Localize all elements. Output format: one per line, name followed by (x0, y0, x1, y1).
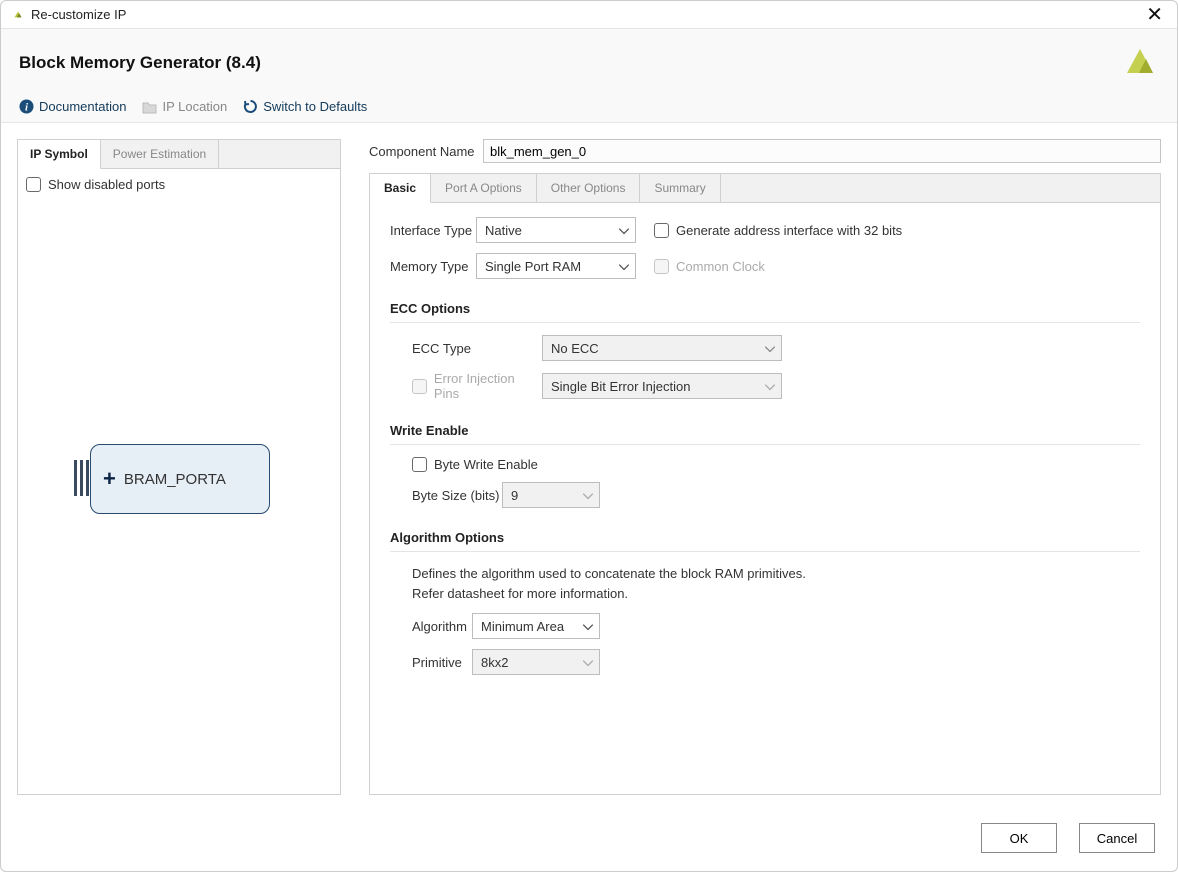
error-injection-select: Single Bit Error Injection (542, 373, 782, 399)
vendor-logo-icon (1121, 43, 1159, 82)
ecc-type-select[interactable]: No ECC (542, 335, 782, 361)
primitive-label: Primitive (412, 655, 472, 670)
gen32-label: Generate address interface with 32 bits (676, 223, 902, 238)
header-area: Block Memory Generator (8.4) i Documenta… (1, 29, 1177, 123)
byte-size-select: 9 (502, 482, 600, 508)
primitive-select: 8kx2 (472, 649, 600, 675)
right-panel: Component Name Basic Port A Options Othe… (369, 139, 1161, 795)
chevron-down-icon (619, 259, 629, 274)
close-icon[interactable]: ✕ (1142, 5, 1167, 25)
chevron-down-icon (765, 341, 775, 356)
gen32-checkbox[interactable]: Generate address interface with 32 bits (654, 223, 902, 238)
error-injection-pins-checkbox: Error Injection Pins (412, 371, 542, 401)
ip-location-label: IP Location (162, 99, 227, 114)
algorithm-desc-line1: Defines the algorithm used to concatenat… (412, 564, 1140, 584)
show-disabled-ports-label: Show disabled ports (48, 177, 165, 192)
tab-basic[interactable]: Basic (370, 174, 431, 203)
component-name-input[interactable] (483, 139, 1161, 163)
chevron-down-icon (583, 655, 593, 670)
window-title: Re-customize IP (31, 7, 126, 22)
byte-size-label: Byte Size (bits) (412, 488, 502, 503)
show-disabled-ports-checkbox[interactable]: Show disabled ports (26, 177, 165, 192)
checkbox-icon (26, 177, 41, 192)
byte-write-enable-label: Byte Write Enable (434, 457, 538, 472)
algorithm-label: Algorithm (412, 619, 472, 634)
byte-write-enable-checkbox[interactable]: Byte Write Enable (412, 457, 538, 472)
refresh-icon (243, 99, 258, 114)
component-name-label: Component Name (369, 144, 475, 159)
tab-ip-symbol[interactable]: IP Symbol (18, 140, 101, 169)
section-divider (390, 444, 1140, 445)
body-area: IP Symbol Power Estimation Show disabled… (1, 123, 1177, 811)
memory-type-value: Single Port RAM (485, 259, 581, 274)
chevron-down-icon (583, 488, 593, 503)
section-divider (390, 551, 1140, 552)
memory-type-select[interactable]: Single Port RAM (476, 253, 636, 279)
dialog-footer: OK Cancel (1, 811, 1177, 871)
write-enable-title: Write Enable (390, 423, 1140, 438)
ecc-type-value: No ECC (551, 341, 599, 356)
byte-size-value: 9 (511, 488, 518, 503)
error-injection-pins-label: Error Injection Pins (434, 371, 542, 401)
left-panel-tabs: IP Symbol Power Estimation (18, 140, 340, 169)
common-clock-label: Common Clock (676, 259, 765, 274)
titlebar: Re-customize IP ✕ (1, 1, 1177, 29)
dialog-window: Re-customize IP ✕ Block Memory Generator… (0, 0, 1178, 872)
ip-location-link[interactable]: IP Location (142, 99, 227, 114)
checkbox-icon (654, 223, 669, 238)
ecc-options-title: ECC Options (390, 301, 1140, 316)
main-panel: Basic Port A Options Other Options Summa… (369, 173, 1161, 795)
main-tabs: Basic Port A Options Other Options Summa… (370, 174, 1160, 203)
tab-summary[interactable]: Summary (640, 174, 720, 202)
switch-defaults-link[interactable]: Switch to Defaults (243, 99, 367, 114)
documentation-link[interactable]: i Documentation (19, 99, 126, 114)
ecc-type-label: ECC Type (412, 341, 542, 356)
algorithm-desc-line2: Refer datasheet for more information. (412, 584, 1140, 604)
common-clock-checkbox: Common Clock (654, 259, 765, 274)
basic-tab-body: Interface Type Native Generate address i… (370, 203, 1160, 794)
interface-type-value: Native (485, 223, 522, 238)
component-name-row: Component Name (369, 139, 1161, 163)
algorithm-options-title: Algorithm Options (390, 530, 1140, 545)
documentation-label: Documentation (39, 99, 126, 114)
algorithm-value: Minimum Area (481, 619, 564, 634)
tab-porta-options[interactable]: Port A Options (431, 174, 537, 202)
tab-other-options[interactable]: Other Options (537, 174, 641, 202)
expand-icon[interactable]: + (103, 466, 116, 492)
switch-defaults-label: Switch to Defaults (263, 99, 367, 114)
chevron-down-icon (619, 223, 629, 238)
chevron-down-icon (765, 379, 775, 394)
checkbox-icon (654, 259, 669, 274)
tab-power-estimation[interactable]: Power Estimation (101, 140, 219, 168)
checkbox-icon (412, 457, 427, 472)
algorithm-desc: Defines the algorithm used to concatenat… (412, 564, 1140, 603)
bram-port-label: BRAM_PORTA (124, 471, 226, 488)
left-panel: IP Symbol Power Estimation Show disabled… (17, 139, 341, 795)
header-toolbar: i Documentation IP Location Switch to De… (19, 99, 1159, 114)
ok-button[interactable]: OK (981, 823, 1057, 853)
primitive-value: 8kx2 (481, 655, 508, 670)
app-icon (11, 8, 25, 22)
interface-type-label: Interface Type (390, 223, 476, 238)
algorithm-select[interactable]: Minimum Area (472, 613, 600, 639)
chevron-down-icon (583, 619, 593, 634)
page-title: Block Memory Generator (8.4) (19, 53, 261, 73)
info-icon: i (19, 99, 34, 114)
cancel-button[interactable]: Cancel (1079, 823, 1155, 853)
checkbox-icon (412, 379, 427, 394)
bram-port-block[interactable]: + BRAM_PORTA (90, 444, 270, 514)
folder-icon (142, 100, 157, 114)
interface-type-select[interactable]: Native (476, 217, 636, 243)
memory-type-label: Memory Type (390, 259, 476, 274)
error-injection-value: Single Bit Error Injection (551, 379, 690, 394)
ip-symbol-body: Show disabled ports + BRAM_PORTA (18, 169, 340, 794)
section-divider (390, 322, 1140, 323)
port-bars-icon (74, 460, 89, 496)
